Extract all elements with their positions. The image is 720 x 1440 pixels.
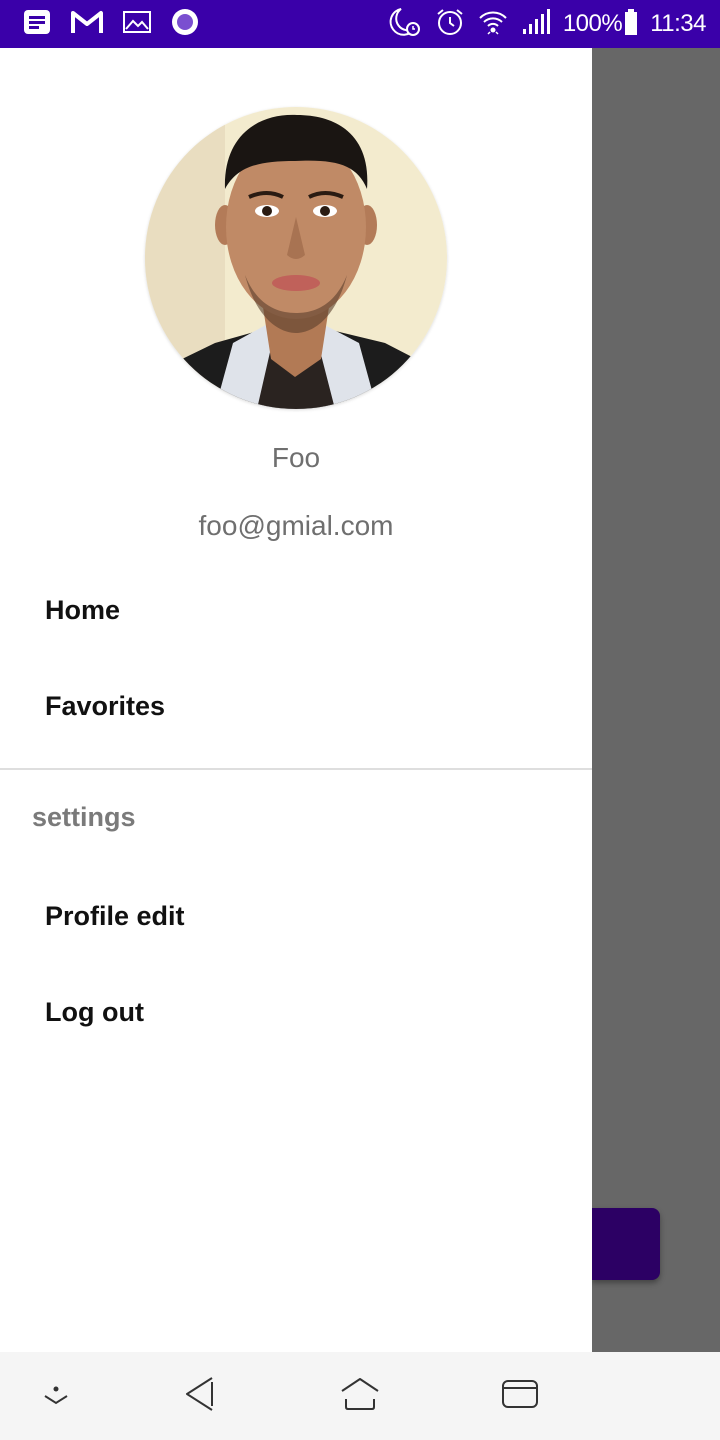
home-button[interactable] — [338, 1374, 382, 1418]
menu-item-label: Profile edit — [45, 900, 185, 931]
gallery-icon — [122, 9, 152, 40]
menu-item-label: Favorites — [45, 690, 166, 721]
recents-button[interactable] — [498, 1374, 542, 1418]
battery-percentage: 100% — [562, 10, 623, 37]
battery-indicator: 100% — [563, 8, 638, 41]
background-app-scrim[interactable] — [592, 48, 720, 1352]
notification-icons — [22, 8, 200, 40]
back-icon — [182, 1376, 218, 1417]
do-not-disturb-moon-icon — [387, 6, 423, 43]
screen: 100% 11:34 Foo foo@gmial.com Home Favori… — [0, 0, 720, 1440]
alarm-clock-icon — [435, 7, 465, 42]
record-icon — [170, 7, 200, 42]
notes-icon — [22, 8, 52, 41]
back-button[interactable] — [178, 1374, 222, 1418]
navigation-drawer: Foo foo@gmial.com Home Favorites setting… — [0, 48, 592, 1352]
menu-item-profile-edit[interactable]: Profile edit — [0, 868, 592, 964]
profile-avatar[interactable] — [145, 107, 447, 409]
menu-item-favorites[interactable]: Favorites — [0, 658, 592, 754]
navigation-bar — [0, 1352, 720, 1440]
menu-item-home[interactable]: Home — [0, 562, 592, 658]
gmail-icon — [70, 8, 104, 41]
menu-item-label: Log out — [45, 996, 144, 1027]
signal-icon — [521, 8, 551, 41]
settings-section-header: settings — [32, 802, 136, 832]
home-icon — [340, 1377, 380, 1416]
hide-keyboard-button[interactable] — [34, 1374, 78, 1418]
profile-email: foo@gmial.com — [198, 510, 394, 541]
hide-keyboard-icon — [41, 1379, 71, 1414]
profile-name: Foo — [271, 442, 321, 473]
system-indicators: 100% 11:34 — [387, 6, 706, 43]
menu-divider — [0, 768, 592, 770]
menu-item-label: Home — [45, 594, 121, 625]
recents-icon — [501, 1379, 539, 1414]
menu-item-log-out[interactable]: Log out — [0, 964, 592, 1060]
wifi-icon — [477, 7, 509, 42]
clock: 11:34 — [650, 10, 706, 37]
battery-icon — [624, 8, 638, 41]
background-app-button — [592, 1208, 660, 1280]
status-bar: 100% 11:34 — [0, 0, 720, 48]
